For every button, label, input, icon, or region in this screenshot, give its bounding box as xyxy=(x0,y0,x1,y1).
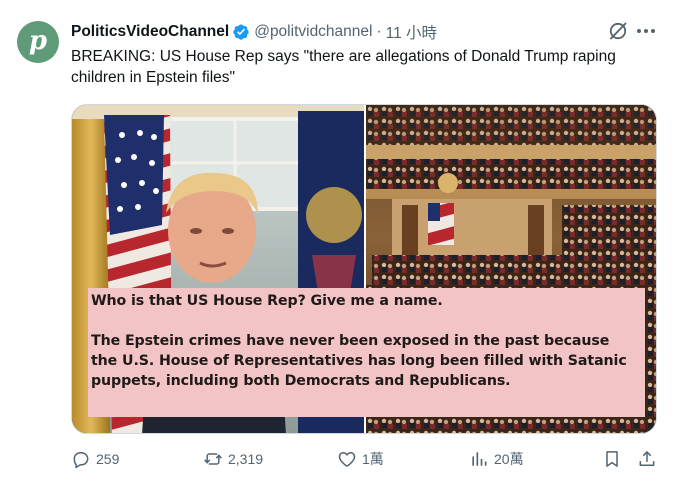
action-bar: 259 2,319 1萬 20萬 xyxy=(0,449,682,473)
text-overlay: Who is that US House Rep? Give me a name… xyxy=(88,288,645,417)
views-icon xyxy=(472,452,487,466)
overlay-line-3: the U.S. House of Representatives has lo… xyxy=(91,353,627,369)
heart-icon xyxy=(338,452,356,467)
display-name[interactable]: PoliticsVideoChannel xyxy=(71,23,229,41)
overlay-line-2: The Epstein crimes have never been expos… xyxy=(91,333,610,349)
more-options-icon[interactable] xyxy=(634,20,658,42)
separator-dot: · xyxy=(376,23,382,40)
tweet-text: BREAKING: US House Rep says "there are a… xyxy=(71,48,616,86)
avatar[interactable]: p xyxy=(17,21,59,63)
tweet-media[interactable]: Who is that US House Rep? Give me a name… xyxy=(71,104,657,434)
bookmark-button[interactable] xyxy=(602,449,622,469)
timestamp[interactable]: 11 小時 xyxy=(386,21,437,43)
overlay-line-4: puppets, including both Democrats and Re… xyxy=(91,373,511,389)
verified-badge-icon[interactable] xyxy=(232,23,250,41)
repost-count: 2,319 xyxy=(228,451,264,467)
views-count: 20萬 xyxy=(494,451,524,467)
reply-icon xyxy=(73,452,89,469)
tweet-header: PoliticsVideoChannel @politvidchannel · … xyxy=(71,21,437,43)
share-icon xyxy=(639,451,655,466)
views-button[interactable]: 20萬 xyxy=(469,449,524,469)
repost-icon xyxy=(204,453,222,465)
handle[interactable]: @politvidchannel xyxy=(254,23,372,41)
overlay-line-1: Who is that US House Rep? Give me a name… xyxy=(91,293,443,309)
like-count: 1萬 xyxy=(362,451,384,467)
repost-button[interactable]: 2,319 xyxy=(203,449,263,469)
avatar-letter: p xyxy=(28,26,48,56)
reply-count: 259 xyxy=(96,451,120,467)
reply-button[interactable]: 259 xyxy=(71,449,119,469)
bookmark-icon xyxy=(606,451,618,467)
share-button[interactable] xyxy=(637,449,657,469)
like-button[interactable]: 1萬 xyxy=(337,449,384,469)
grok-icon[interactable] xyxy=(607,20,629,42)
